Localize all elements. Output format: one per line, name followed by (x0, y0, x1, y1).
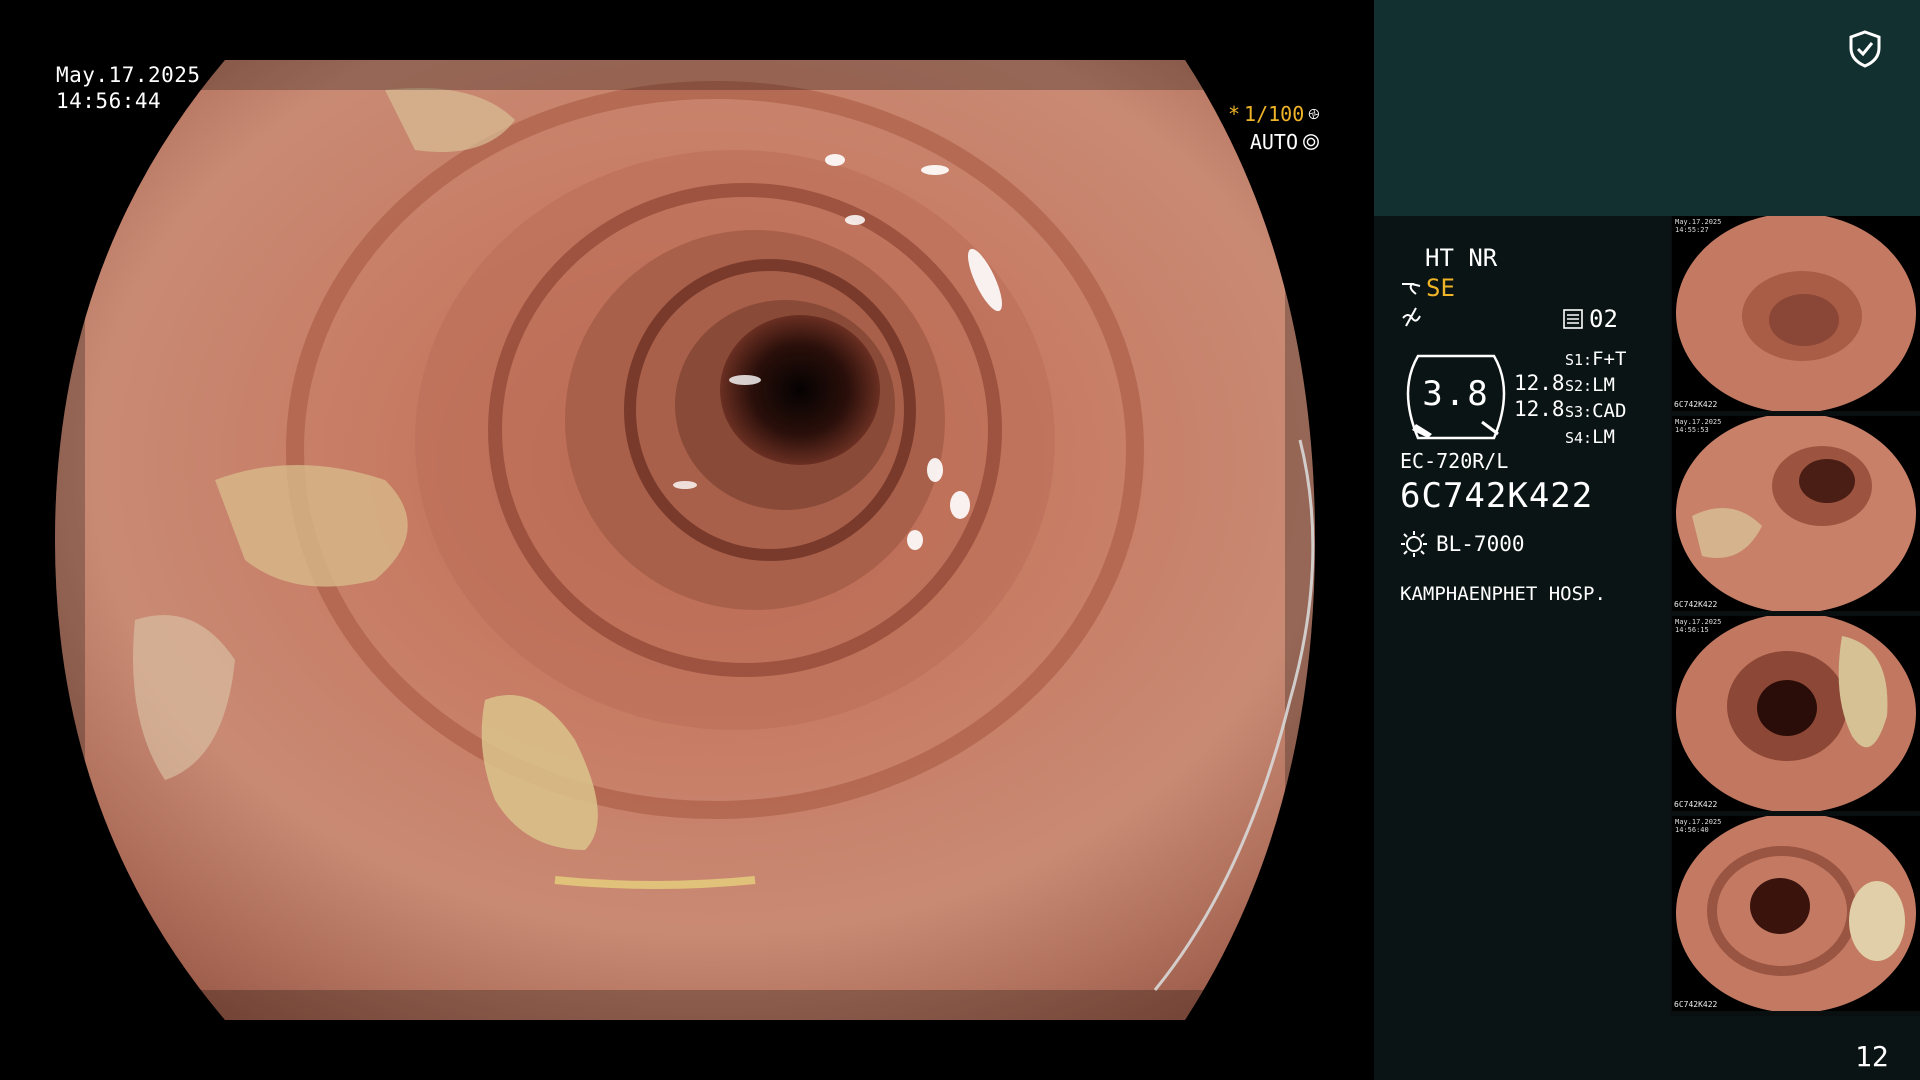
light-bulb-icon (1401, 531, 1427, 557)
enhance-icon (1402, 283, 1421, 295)
page-number: 12 (1855, 1040, 1889, 1073)
captured-thumbnail[interactable]: May.17.2025 14:56:40 6C742K422 (1672, 816, 1920, 1011)
mode-indicator: 02 (1563, 305, 1618, 333)
enhancement-values: 12.8 12.8 (1514, 370, 1565, 422)
shutter-mark: * (1228, 102, 1241, 126)
time-text: 14:56:44 (56, 89, 162, 113)
shutter-speed: 1/100 (1244, 102, 1305, 126)
thumbnail-image (1676, 216, 1916, 411)
hospital-name: KAMPHAENPHET HOSP. (1400, 583, 1606, 605)
light-source: BL-7000 (1400, 530, 1525, 558)
thumbnail-caption: 6C742K422 (1674, 1000, 1718, 1009)
thumbnail-caption: 6C742K422 (1674, 600, 1718, 609)
datetime: May.17.2025 14:56:44 (56, 62, 201, 114)
thumbnail-image (1676, 616, 1916, 811)
scope-serial: 6C742K422 (1400, 476, 1594, 516)
shield-check-icon[interactable] (1848, 30, 1882, 68)
se-label: SE (1426, 274, 1455, 302)
zoom-value: 3.8 (1422, 374, 1490, 414)
value-1: 12.8 (1514, 371, 1565, 395)
filter-icon (1402, 307, 1421, 327)
iris-icon (1303, 134, 1319, 150)
scope-model: EC-720R/L (1400, 449, 1509, 473)
captured-thumbnail[interactable]: May.17.2025 14:55:53 6C742K422 (1672, 416, 1920, 611)
captured-thumbnail[interactable]: May.17.2025 14:56:15 6C742K422 (1672, 616, 1920, 811)
light-source-name: BL-7000 (1436, 532, 1525, 556)
thumbnail-image (1676, 816, 1916, 1011)
menu-list-icon (1563, 309, 1583, 329)
date-text: May.17.2025 (56, 63, 201, 87)
iris-mode: AUTO (1249, 130, 1298, 154)
switch-row: S3:CAD (1565, 400, 1627, 422)
filter-indicator (1400, 306, 1422, 334)
shutter-iris-info: * 1/100 AUTO (1228, 100, 1320, 156)
captured-thumbnail[interactable]: May.17.2025 14:55:27 6C742K422 (1672, 216, 1920, 411)
switch-row: S4:LM (1565, 426, 1615, 448)
switch-assignments: S1:F+T S2:LM S3:CAD S4:LM (1565, 347, 1626, 451)
mode-value: 02 (1589, 305, 1618, 333)
switch-row: S1:F+T (1565, 348, 1627, 370)
switch-row: S2:LM (1565, 374, 1615, 396)
endoscopic-view (55, 60, 1315, 1020)
panel-header (1374, 0, 1920, 216)
info-panel (1374, 216, 1670, 1080)
thumbnail-caption: 6C742K422 (1674, 400, 1718, 409)
structure-enhancement: SE (1400, 274, 1455, 302)
value-2: 12.8 (1514, 397, 1565, 421)
thumbnail-caption: 6C742K422 (1674, 800, 1718, 809)
shutter-icon (1308, 108, 1320, 120)
ht-nr-label: HT NR (1425, 244, 1498, 272)
thumbnail-image (1676, 416, 1916, 611)
